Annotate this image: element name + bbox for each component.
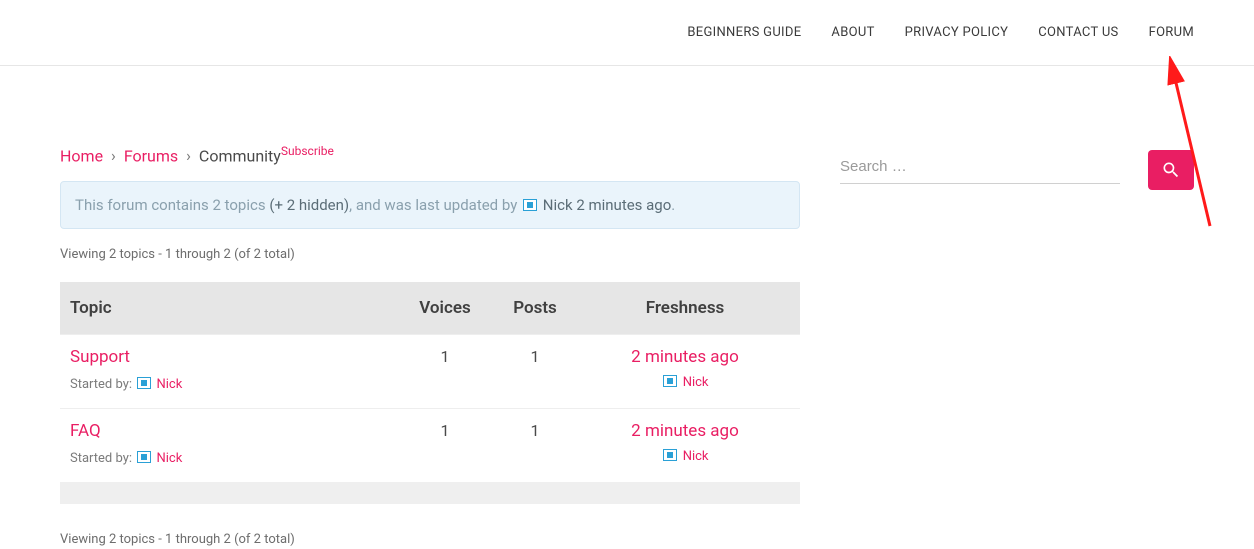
search-input[interactable] [840,158,1120,175]
breadcrumb: Home › Forums › CommunitySubscribe [60,144,800,165]
header-voices: Voices [400,298,490,318]
started-by-user[interactable]: Nick [156,451,182,466]
table-header: Topic Voices Posts Freshness [60,282,800,334]
top-nav: BEGINNERS GUIDE ABOUT PRIVACY POLICY CON… [687,25,1194,40]
info-user: Nick [543,196,573,214]
viewing-text-top: Viewing 2 topics - 1 through 2 (of 2 tot… [60,247,800,262]
nav-about[interactable]: ABOUT [831,25,874,40]
header-freshness: Freshness [580,298,790,318]
info-hidden: (+ 2 hidden) [269,196,349,214]
breadcrumb-sep: › [186,146,191,165]
freshness-time-link[interactable]: 2 minutes ago [631,421,739,441]
started-by-label: Started by: [70,377,132,392]
info-prefix: This forum contains 2 topics [75,196,269,214]
started-by: Started by: Nick [70,377,400,392]
cell-voices: 1 [400,347,490,366]
cell-posts: 1 [490,347,580,366]
started-by-user[interactable]: Nick [156,377,182,392]
main-content: Home › Forums › CommunitySubscribe This … [60,144,800,547]
subscribe-link[interactable]: Subscribe [281,144,334,158]
info-suffix: . [671,196,675,214]
avatar-icon [137,451,151,463]
breadcrumb-current: Community [199,146,281,165]
table-row: FAQ Started by: Nick 1 1 2 minutes ago N… [60,408,800,482]
nav-forum[interactable]: FORUM [1149,25,1194,40]
search-form [840,150,1194,190]
header-posts: Posts [490,298,580,318]
info-mid: , and was last updated by [349,196,521,214]
avatar-icon [663,375,677,387]
breadcrumb-forums[interactable]: Forums [124,146,178,165]
cell-posts: 1 [490,421,580,440]
top-bar: BEGINNERS GUIDE ABOUT PRIVACY POLICY CON… [0,0,1254,66]
nav-beginners-guide[interactable]: BEGINNERS GUIDE [687,25,801,40]
avatar-icon [663,449,677,461]
topic-link[interactable]: FAQ [70,421,101,441]
info-time: 2 minutes ago [576,196,671,214]
freshness-user-link[interactable]: Nick [683,449,709,464]
breadcrumb-sep: › [111,146,116,165]
started-by: Started by: Nick [70,451,400,466]
header-topic: Topic [70,298,400,318]
breadcrumb-home[interactable]: Home [60,146,103,165]
freshness-time-link[interactable]: 2 minutes ago [631,347,739,367]
table-footer-bar [60,482,800,504]
search-button[interactable] [1148,150,1194,190]
freshness-user-link[interactable]: Nick [683,375,709,390]
forum-table: Topic Voices Posts Freshness Support Sta… [60,282,800,504]
forum-info-box: This forum contains 2 topics (+ 2 hidden… [60,181,800,229]
nav-contact-us[interactable]: CONTACT US [1038,25,1118,40]
viewing-text-bottom: Viewing 2 topics - 1 through 2 (of 2 tot… [60,532,800,547]
topic-link[interactable]: Support [70,347,130,367]
nav-privacy-policy[interactable]: PRIVACY POLICY [905,25,1009,40]
avatar-icon [523,199,537,211]
sidebar [840,144,1254,547]
table-row: Support Started by: Nick 1 1 2 minutes a… [60,334,800,408]
started-by-label: Started by: [70,451,132,466]
search-icon [1161,160,1181,180]
avatar-icon [137,377,151,389]
cell-voices: 1 [400,421,490,440]
